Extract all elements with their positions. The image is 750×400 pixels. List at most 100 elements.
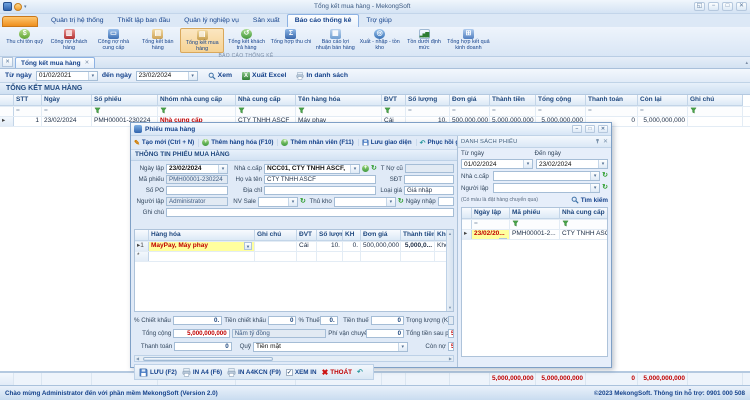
warehouse-keeper-input[interactable]: ▾	[334, 197, 396, 207]
minimize-button[interactable]: −	[708, 2, 719, 11]
save-button[interactable]: LƯU (F2)	[139, 368, 177, 377]
panel-header[interactable]: DANH SÁCH PHIẾU ✕	[458, 136, 611, 148]
ribbon-tab-3[interactable]: Sản xuất	[246, 15, 287, 27]
exit-button[interactable]: ✖ THOÁT	[322, 368, 352, 377]
column-header-7[interactable]: Số lượng	[406, 95, 450, 106]
cell-3[interactable]	[317, 252, 343, 261]
application-menu-button[interactable]	[2, 16, 38, 27]
chevron-down-icon[interactable]: ▾	[386, 198, 395, 206]
note-input[interactable]	[166, 208, 454, 217]
chevron-down-icon[interactable]: ▾	[188, 72, 197, 80]
column-header-3[interactable]: Nhóm nhà cung cấp	[158, 95, 236, 106]
filter-funnel-icon[interactable]	[160, 107, 167, 114]
ribbon-button-0[interactable]: $Thu chi tồn quỹ	[3, 28, 46, 53]
chevron-down-icon[interactable]: ▾	[288, 198, 297, 206]
refresh-icon[interactable]: ↻	[602, 172, 608, 180]
save-layout-button[interactable]: Lưu giao diện	[362, 139, 417, 146]
shipping-input[interactable]: 0	[366, 329, 404, 338]
filter-equals-icon[interactable]: =	[640, 107, 644, 114]
ribbon-tab-5[interactable]: Trợ giúp	[359, 15, 398, 27]
filter-equals-icon[interactable]: =	[16, 107, 20, 114]
chevron-down-icon[interactable]: ▾	[590, 172, 599, 180]
horizontal-scrollbar[interactable]: ◀▶	[134, 355, 454, 362]
cell-7[interactable]	[435, 252, 446, 261]
ribbon-button-6[interactable]: ΣTổng hợp thu chi	[269, 28, 312, 53]
print-a4kcn-button[interactable]: IN A4KCN (F9)	[227, 368, 281, 377]
column-header-2[interactable]: Nhà cung cấp	[560, 208, 608, 219]
column-header-13[interactable]: Ghi chú	[688, 95, 743, 106]
chevron-down-icon[interactable]: ▾	[499, 238, 507, 239]
export-excel-button[interactable]: X Xuất Excel	[242, 72, 286, 80]
filter-cell-6[interactable]	[382, 107, 406, 116]
panel-close-icon[interactable]: ✕	[603, 139, 608, 145]
filter-equals-icon[interactable]: =	[44, 107, 48, 114]
filter-cell-12[interactable]: =	[638, 107, 688, 116]
column-header-0[interactable]: Hàng hóa	[149, 230, 255, 241]
ribbon-button-1[interactable]: ▥Công nợ khách hàng	[47, 28, 90, 53]
column-header-0[interactable]: Ngày lập	[472, 208, 510, 219]
filter-cell-11[interactable]: =	[586, 107, 638, 116]
filter-equals-icon[interactable]: =	[492, 107, 496, 114]
ribbon-button-2[interactable]: ▭Công nợ nhà cung cấp	[92, 28, 135, 53]
import-date-input[interactable]	[438, 197, 454, 206]
column-header-1[interactable]: Ngày	[42, 95, 92, 106]
refresh-icon[interactable]: ↻	[398, 198, 404, 206]
ribbon-button-5[interactable]: ↺Tổng kết khách trả hàng	[225, 28, 268, 53]
filter-funnel-icon[interactable]	[690, 107, 697, 114]
filter-cell-2[interactable]	[92, 107, 158, 116]
dialog-maximize-button[interactable]: □	[585, 125, 595, 133]
discount-pct-input[interactable]: 0.	[173, 316, 222, 325]
column-header-2[interactable]: ĐVT	[297, 230, 317, 241]
sales-rep-input[interactable]: ▾	[258, 197, 298, 207]
column-header-4[interactable]: KH	[343, 230, 361, 241]
filter-cell-4[interactable]	[236, 107, 296, 116]
filter-cell-9[interactable]: =	[490, 107, 536, 116]
column-header-1[interactable]: Mã phiếu	[510, 208, 560, 219]
document-tab-purchase-summary[interactable]: Tổng kết mua hàng ✕	[15, 57, 95, 68]
cell-2[interactable]	[297, 252, 317, 261]
from-date-input[interactable]: 01/02/2021 ▾	[36, 71, 98, 81]
panel-supplier-input[interactable]: ▾	[493, 171, 600, 181]
filter-funnel-icon[interactable]	[384, 107, 391, 114]
chevron-down-icon[interactable]: ▾	[523, 160, 532, 168]
filter-funnel-icon[interactable]	[94, 107, 101, 114]
to-date-input[interactable]: 23/02/2024 ▾	[136, 71, 198, 81]
tab-close-icon[interactable]: ✕	[85, 60, 90, 66]
chevron-down-icon[interactable]: ▾	[598, 160, 607, 168]
vertical-scrollbar[interactable]: ▲▼	[446, 230, 453, 311]
filter-cell-1[interactable]: =	[42, 107, 92, 116]
filter-funnel-icon[interactable]	[298, 107, 305, 114]
filter-equals-icon[interactable]: =	[474, 220, 478, 227]
ribbon-button-3[interactable]: ▤Tổng kết bán hàng	[136, 28, 179, 53]
filter-funnel-icon[interactable]	[512, 220, 519, 227]
filter-funnel-icon[interactable]	[238, 107, 245, 114]
fund-select[interactable]: Tiền mặt▾	[253, 342, 408, 352]
panel-from-date-input[interactable]: 01/02/2024▾	[461, 159, 533, 169]
filter-equals-icon[interactable]: =	[408, 107, 412, 114]
filter-funnel-icon[interactable]	[562, 220, 569, 227]
new-row[interactable]: *	[135, 252, 446, 262]
column-header-1[interactable]: Ghi chú	[255, 230, 297, 241]
tax-amt-input[interactable]: 0	[371, 316, 404, 325]
column-header-9[interactable]: Thành tiền	[490, 95, 536, 106]
filter-cell-5[interactable]	[296, 107, 382, 116]
dialog-close-button[interactable]: ✕	[598, 125, 608, 133]
table-row[interactable]: ▸1MayPay, Máy phay▾Cái10.0.500,000,0005,…	[135, 242, 446, 252]
add-employee-button[interactable]: +Thêm nhân viên (F11)	[281, 139, 358, 146]
chevron-down-icon[interactable]: ▾	[398, 343, 407, 351]
filter-equals-icon[interactable]: =	[538, 107, 542, 114]
ribbon-tab-1[interactable]: Thiết lập ban đầu	[111, 15, 178, 27]
undo-icon[interactable]: ↶	[357, 368, 363, 376]
print-a4-button[interactable]: IN A4 (F6)	[182, 368, 222, 377]
refresh-icon[interactable]: ↻	[602, 184, 608, 192]
add-item-button[interactable]: +Thêm hàng hóa (F10)	[202, 139, 278, 146]
ribbon-tab-0[interactable]: Quản trị hệ thống	[44, 15, 111, 27]
cell-6[interactable]	[401, 252, 435, 261]
ribbon-button-9[interactable]: ▂▅▇Tồn dưới định mức	[402, 28, 445, 53]
panel-creator-input[interactable]: ▾	[493, 183, 600, 193]
paid-input[interactable]: 0	[174, 342, 232, 351]
column-header-10[interactable]: Tổng cộng	[536, 95, 586, 106]
quick-access-dropdown-icon[interactable]: ▾	[24, 4, 27, 10]
dialog-titlebar[interactable]: Phiếu mua hàng − □ ✕	[131, 123, 611, 136]
close-button[interactable]: ✕	[736, 2, 747, 11]
